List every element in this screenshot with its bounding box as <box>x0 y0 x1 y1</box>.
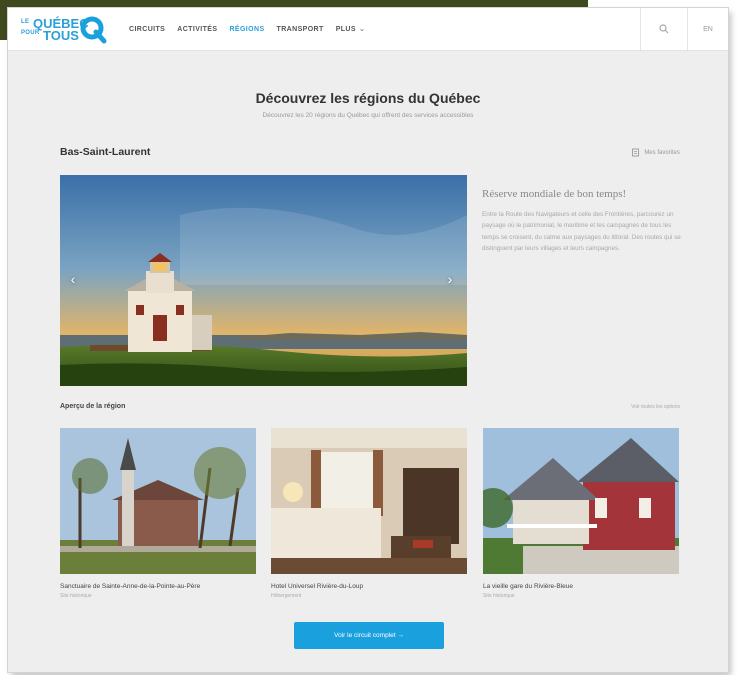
nav-plus-label: PLUS <box>335 25 356 33</box>
page-title: Découvrez les régions du Québec <box>255 90 481 106</box>
region-name: Bas-Saint-Laurent <box>60 146 151 158</box>
nav-circuits[interactable]: CIRCUITS <box>129 26 165 33</box>
train-station-photo <box>483 428 679 574</box>
main-menu: CIRCUITS ACTIVITÉS RÉGIONS TRANSPORT PLU… <box>129 8 377 50</box>
card-image <box>60 428 256 574</box>
card-image <box>483 428 679 574</box>
card-title: Sanctuaire de Sainte-Anne-de-la-Pointe-a… <box>60 583 201 590</box>
region-hero-carousel[interactable]: ‹ › <box>60 175 467 386</box>
card-image <box>271 428 467 574</box>
feature-description: Entre la Route des Navigateurs et celle … <box>482 211 681 253</box>
logo-text-tous: TOUS <box>43 28 79 43</box>
favorites-link[interactable]: Mes favorites <box>631 148 680 157</box>
card-subtitle: Hébergement <box>271 593 302 599</box>
nav-regions[interactable]: RÉGIONS <box>229 26 264 33</box>
place-card[interactable]: Sanctuaire de Sainte-Anne-de-la-Pointe-a… <box>60 428 256 599</box>
nav-activites[interactable]: ACTIVITÉS <box>177 26 217 33</box>
browser-page: LE POUR QUÉBEC TOUS CIRCUITS ACTIVITÉS R… <box>8 8 728 672</box>
top-navigation: LE POUR QUÉBEC TOUS CIRCUITS ACTIVITÉS R… <box>8 8 728 51</box>
card-title: La vieille gare du Rivière-Bleue <box>483 583 573 590</box>
nav-plus[interactable]: PLUS ⌄ <box>335 25 366 34</box>
logo-q-icon <box>80 16 107 44</box>
card-subtitle: Site historique <box>60 593 92 599</box>
site-logo[interactable]: LE POUR QUÉBEC TOUS <box>21 14 107 44</box>
chevron-down-icon: ⌄ <box>358 26 366 33</box>
carousel-next-button[interactable]: › <box>443 272 457 286</box>
page-subtitle: Découvrez les 20 régions du Québec qui o… <box>262 112 474 119</box>
view-circuit-button[interactable]: Voir le circuit complet → <box>294 622 444 649</box>
church-photo <box>60 428 256 574</box>
language-switch[interactable]: EN <box>687 8 728 50</box>
see-all-link[interactable]: Voir toutes les options <box>631 404 680 410</box>
card-subtitle: Site historique <box>483 593 515 599</box>
nav-transport[interactable]: TRANSPORT <box>277 26 324 33</box>
favorites-link-label: Mes favorites <box>644 149 680 156</box>
search-button[interactable] <box>640 8 687 50</box>
nav-actions: EN <box>640 8 728 50</box>
hotel-room-photo <box>271 428 467 574</box>
lighthouse-photo <box>60 175 467 386</box>
section-title: Aperçu de la région <box>60 403 126 410</box>
feature-title: Réserve mondiale de bon temps! <box>482 188 627 200</box>
search-icon <box>659 24 669 34</box>
carousel-prev-button[interactable]: ‹ <box>66 272 80 286</box>
bookmark-icon <box>632 148 640 157</box>
place-card[interactable]: La vieille gare du Rivière-Bleue Site hi… <box>483 428 679 599</box>
logo-text-le: LE <box>21 19 30 25</box>
card-title: Hotel Universel Rivière-du-Loup <box>271 583 364 590</box>
place-card[interactable]: Hotel Universel Rivière-du-Loup Hébergem… <box>271 428 467 599</box>
